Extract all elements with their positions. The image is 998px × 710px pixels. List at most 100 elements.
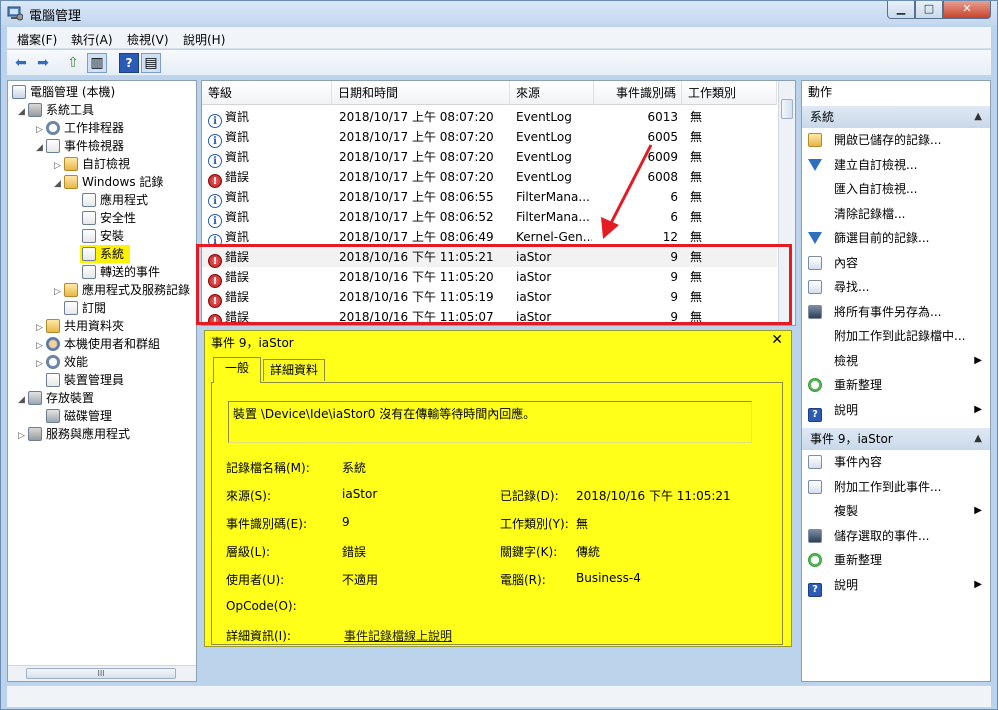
actions-section-event[interactable]: 事件 9，iaStor ▲ (802, 428, 990, 450)
menu-file[interactable]: 檔案(F) (17, 31, 57, 48)
action-item[interactable]: 將所有事件另存為... (808, 301, 988, 323)
section-label: 系統 (810, 110, 835, 124)
column-event-id[interactable]: 事件識別碼 (594, 81, 682, 105)
disk-icon (46, 409, 60, 423)
expand-arrow-icon[interactable]: ▷ (18, 427, 28, 445)
tree-label: 系統工具 (46, 103, 95, 117)
tree-item-setup[interactable]: 安裝 (82, 227, 124, 245)
action-item[interactable]: 附加工作到此記錄檔中... (808, 325, 988, 347)
collapse-caret-icon[interactable]: ▲ (974, 106, 982, 128)
shared-folder-icon (46, 319, 60, 333)
menu-action[interactable]: 執行(A) (71, 31, 113, 48)
column-level[interactable]: 等級 (202, 81, 332, 105)
event-row[interactable]: i 資訊 2018/10/17 上午 08:07:20 EventLog 6005 無 (202, 127, 777, 148)
show-hide-tree-icon[interactable]: ▥ (87, 53, 107, 73)
action-item[interactable]: 儲存選取的事件... (808, 525, 988, 547)
action-item[interactable]: 匯入自訂檢視... (808, 178, 988, 200)
tree-item-performance[interactable]: ▷ 效能 (36, 353, 88, 371)
tree-item-system[interactable]: 系統 (80, 245, 131, 263)
event-row[interactable]: i 資訊 2018/10/17 上午 08:06:52 FilterMana... 6 無 (202, 207, 777, 228)
tree-label: 訂閱 (82, 301, 107, 315)
action-item[interactable]: 內容 (808, 252, 988, 274)
blank-icon (808, 504, 822, 518)
scrollbar-thumb[interactable] (781, 99, 793, 119)
show-hide-action-pane-icon[interactable]: ▤ (141, 53, 161, 73)
tree-item-task-scheduler[interactable]: ▷ 工作排程器 (36, 119, 124, 137)
action-item[interactable]: 複製 ▶ (808, 500, 988, 522)
event-row[interactable]: ! 錯誤 2018/10/17 上午 08:07:20 EventLog 6008 無 (202, 167, 777, 188)
submenu-arrow-icon: ▶ (974, 403, 982, 415)
tree-item-shared-folders[interactable]: ▷ 共用資料夾 (36, 317, 124, 335)
tree-item-forwarded-events[interactable]: 轉送的事件 (82, 263, 160, 281)
source-cell: EventLog (516, 150, 572, 164)
refresh-icon (808, 378, 822, 392)
action-label: 重新整理 (834, 378, 883, 392)
expand-arrow-icon[interactable]: ▷ (54, 283, 64, 301)
task-category-cell: 無 (690, 190, 703, 204)
action-item[interactable]: 尋找... (808, 276, 988, 298)
tree-item-app-service-logs[interactable]: ▷ 應用程式及服務記錄 (54, 281, 190, 299)
status-bar (7, 685, 991, 707)
tree-item-event-viewer[interactable]: ◢ 事件檢視器 (36, 137, 124, 155)
action-item[interactable]: 附加工作到此事件... (808, 476, 988, 498)
action-item[interactable]: ? 說明 ▶ (808, 399, 988, 422)
actions-section-system[interactable]: 系統 ▲ (802, 106, 990, 128)
collapse-arrow-icon[interactable]: ◢ (54, 175, 64, 193)
collapse-arrow-icon[interactable]: ◢ (18, 103, 28, 121)
event-row[interactable]: i 資訊 2018/10/17 上午 08:07:20 EventLog 6013 無 (202, 107, 777, 128)
expand-arrow-icon[interactable]: ▷ (36, 355, 46, 373)
tab-general[interactable]: 一般 (213, 357, 261, 383)
action-item[interactable]: 重新整理 (808, 549, 988, 571)
event-description[interactable]: 裝置 \Device\Ide\iaStor0 沒有在傳輸等待時間內回應。 (228, 401, 752, 443)
tree-horizontal-scrollbar[interactable]: III (8, 665, 196, 681)
up-folder-icon[interactable]: ⇧ (63, 53, 83, 73)
menu-help[interactable]: 說明(H) (183, 31, 225, 48)
tree-item-windows-logs[interactable]: ◢ Windows 記錄 (54, 173, 163, 191)
tree-item-disk-management[interactable]: 磁碟管理 (46, 407, 112, 425)
scrollbar-thumb[interactable]: III (26, 668, 176, 679)
tree-item-device-manager[interactable]: 裝置管理員 (46, 371, 124, 389)
minimize-button[interactable]: ▁ (887, 1, 915, 19)
action-item[interactable]: 事件內容 (808, 451, 988, 473)
column-source[interactable]: 來源 (510, 81, 594, 105)
tree-item-local-users[interactable]: ▷ 本機使用者和群組 (36, 335, 160, 353)
menu-view[interactable]: 檢視(V) (127, 31, 169, 48)
maximize-button[interactable]: □ (915, 1, 943, 19)
tree-item-subscriptions[interactable]: 訂閱 (64, 299, 106, 317)
close-button[interactable]: ✕ (943, 1, 991, 19)
event-row[interactable]: i 資訊 2018/10/17 上午 08:06:55 FilterMana... 6 無 (202, 187, 777, 208)
tree-item-root[interactable]: 電腦管理 (本機) (12, 83, 115, 101)
online-help-link[interactable]: 事件記錄檔線上說明 (344, 627, 452, 644)
action-item[interactable]: 檢視 ▶ (808, 350, 988, 372)
tree-item-storage[interactable]: ◢ 存放裝置 (18, 389, 94, 407)
collapse-arrow-icon[interactable]: ◢ (18, 391, 28, 409)
task-category-cell: 無 (690, 170, 703, 184)
action-item[interactable]: ? 說明 ▶ (808, 574, 988, 597)
event-row[interactable]: i 資訊 2018/10/17 上午 08:07:20 EventLog 6009 無 (202, 147, 777, 168)
column-datetime[interactable]: 日期和時間 (332, 81, 510, 105)
action-item[interactable]: 開啟已儲存的記錄... (808, 129, 988, 151)
tree-item-security[interactable]: 安全性 (82, 209, 136, 227)
action-item[interactable]: 建立自訂檢視... (808, 154, 988, 176)
task-category-cell: 無 (690, 210, 703, 224)
tree-item-custom-views[interactable]: ▷ 自訂檢視 (54, 155, 130, 173)
forward-arrow-icon[interactable]: ➡ (33, 53, 53, 73)
help-icon[interactable]: ? (119, 53, 139, 73)
action-label: 將所有事件另存為... (834, 304, 942, 319)
level-cell: i 資訊 (208, 147, 328, 168)
tree-item-application[interactable]: 應用程式 (82, 191, 148, 209)
tree-item-services-apps[interactable]: ▷ 服務與應用程式 (18, 425, 130, 443)
tab-details[interactable]: 詳細資料 (263, 359, 326, 381)
action-item[interactable]: 重新整理 (808, 374, 988, 396)
action-item[interactable]: 篩選目前的記錄... (808, 227, 988, 249)
save-icon (808, 304, 822, 319)
event-properties-icon (808, 455, 822, 469)
back-arrow-icon[interactable]: ⬅ (11, 53, 31, 73)
close-icon[interactable]: ✕ (771, 332, 783, 348)
column-task-category[interactable]: 工作類別 (682, 81, 777, 105)
tree-item-system-tools[interactable]: ◢ 系統工具 (18, 101, 94, 119)
properties-icon (808, 255, 822, 270)
collapse-arrow-icon[interactable]: ◢ (36, 139, 46, 157)
action-item[interactable]: 清除記錄檔... (808, 203, 988, 225)
collapse-caret-icon[interactable]: ▲ (974, 428, 982, 450)
